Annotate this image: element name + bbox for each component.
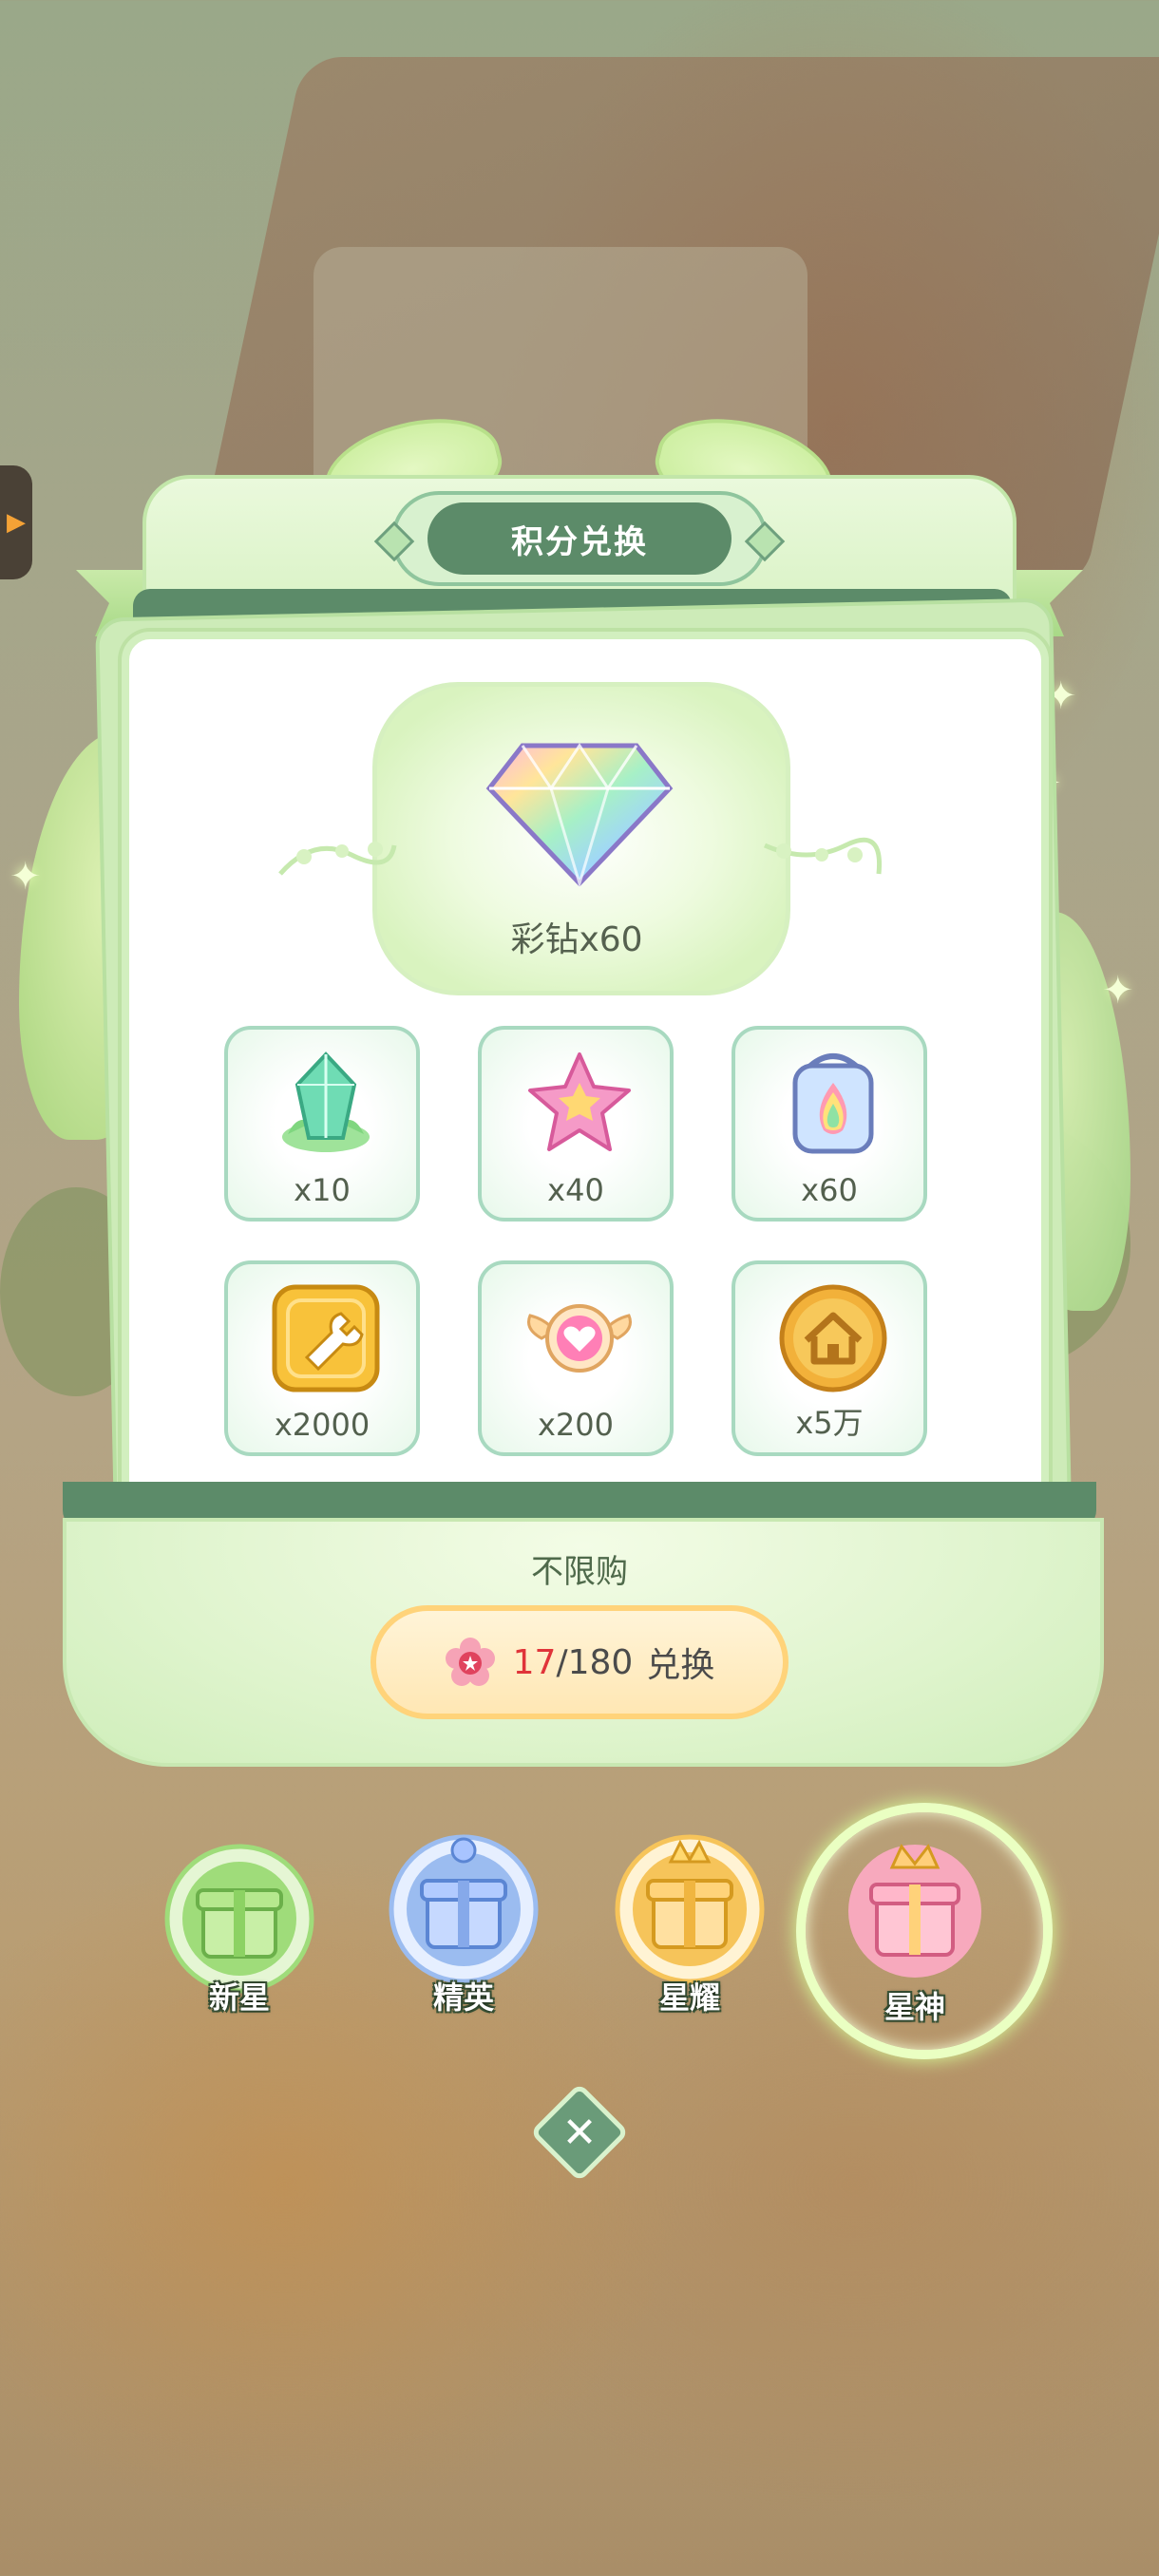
vine-ornament-icon	[763, 837, 883, 875]
reward-item[interactable]: x60	[732, 1026, 927, 1222]
reward-quantity: x10	[294, 1172, 351, 1208]
rainbow-diamond-icon	[485, 743, 674, 888]
tier-name: 精英	[432, 1979, 494, 2016]
title-plate: 积分兑换	[373, 491, 786, 586]
tier-name: 新星	[208, 1979, 270, 2016]
redeem-action-label: 兑换	[646, 1646, 715, 1685]
green-crystal-icon	[282, 1051, 370, 1152]
page-title: 积分兑换	[511, 522, 648, 561]
pink-gift-badge-icon	[848, 1844, 981, 1978]
points-required: /180	[556, 1642, 634, 1682]
reward-item[interactable]: x2000	[224, 1260, 420, 1456]
redeem-button[interactable]: 17/180 兑换	[370, 1605, 788, 1719]
purchase-limit-label: 不限购	[531, 1553, 628, 1591]
close-icon: ✕	[561, 2108, 598, 2157]
tier-xinxing[interactable]: 新星	[154, 1843, 325, 2023]
house-coin-icon	[779, 1284, 887, 1392]
reward-item[interactable]: x10	[224, 1026, 420, 1222]
tier-jingying[interactable]: 精英	[378, 1833, 549, 2016]
tier-name: 星耀	[658, 1979, 720, 2016]
sparkle-icon: ✦	[10, 855, 42, 899]
winged-heart-icon	[527, 1304, 632, 1373]
vine-ornament-icon	[278, 842, 397, 876]
flower-point-icon	[445, 1638, 495, 1686]
green-gift-badge-icon	[164, 1844, 314, 1994]
points-current: 17	[512, 1642, 557, 1682]
reward-item[interactable]: x200	[478, 1260, 674, 1456]
reward-quantity: x200	[537, 1407, 614, 1443]
tier-name: 星神	[884, 1989, 945, 2025]
reward-item[interactable]: x5万	[732, 1260, 927, 1456]
sparkle-icon: ✦	[1102, 969, 1134, 1013]
reward-quantity: x40	[547, 1172, 604, 1208]
gold-gift-badge-icon	[615, 1834, 765, 1984]
wrench-coin-icon	[272, 1284, 380, 1392]
arrow-right-icon: ▶	[7, 508, 26, 537]
blue-gift-badge-icon	[389, 1834, 539, 1984]
side-expand-tab[interactable]: ▶	[0, 465, 32, 579]
reward-quantity: x60	[801, 1172, 858, 1208]
reward-quantity: x5万	[795, 1405, 864, 1441]
tier-xingshen[interactable]: 星神	[829, 1831, 1000, 2025]
pink-star-icon	[528, 1052, 631, 1151]
reward-quantity: x2000	[274, 1407, 370, 1443]
rainbow-dye-jar-icon	[792, 1053, 874, 1154]
featured-reward-label: 彩钻x60	[510, 920, 643, 959]
reward-item[interactable]: x40	[478, 1026, 674, 1222]
tier-xingyao[interactable]: 星耀	[604, 1833, 775, 2016]
close-button[interactable]: ✕	[529, 2082, 630, 2183]
